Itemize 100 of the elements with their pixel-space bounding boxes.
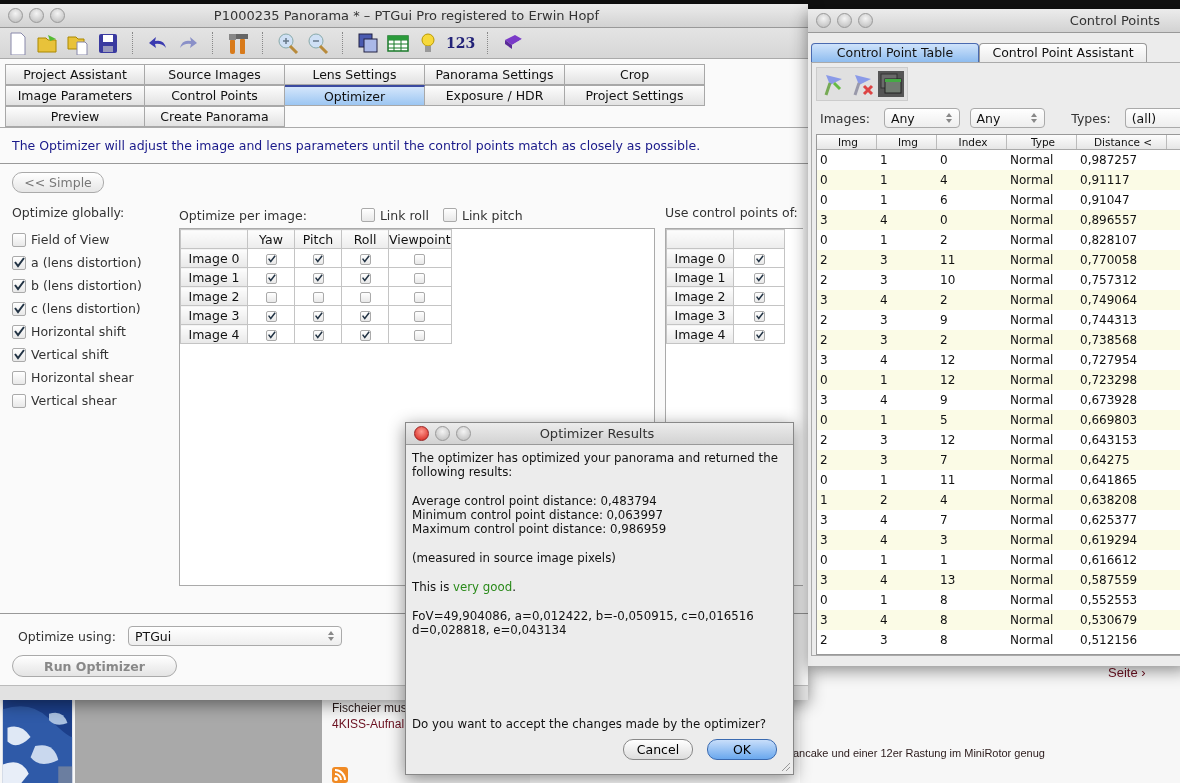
- checkbox[interactable]: [312, 310, 324, 322]
- dropdown[interactable]: Any: [883, 108, 960, 128]
- resize-grip-icon[interactable]: [779, 760, 791, 772]
- checkbox[interactable]: [265, 310, 277, 322]
- checkbox[interactable]: [12, 301, 26, 316]
- column-header[interactable]: Type: [1007, 135, 1077, 149]
- checkbox[interactable]: [359, 329, 371, 341]
- checkbox[interactable]: [312, 253, 324, 265]
- zoom-button[interactable]: [858, 13, 873, 28]
- checkbox[interactable]: [265, 329, 277, 341]
- ok-button[interactable]: OK: [707, 739, 777, 760]
- checkbox[interactable]: [414, 310, 426, 322]
- stepper-icon[interactable]: [1030, 112, 1039, 124]
- checkbox-label: b (lens distortion): [31, 278, 142, 293]
- tab[interactable]: Control Point Table: [811, 43, 979, 62]
- window-icon[interactable]: [878, 71, 904, 97]
- tab[interactable]: Control Points: [145, 85, 285, 106]
- table-cell-text: 2: [939, 333, 949, 347]
- zoom-out-icon[interactable]: [306, 31, 330, 55]
- stepper-icon[interactable]: [327, 630, 335, 642]
- checkbox[interactable]: [12, 278, 26, 293]
- checkbox[interactable]: [753, 310, 765, 322]
- checkbox[interactable]: [265, 272, 277, 284]
- checkbox[interactable]: [360, 208, 375, 222]
- checkbox[interactable]: [753, 329, 765, 341]
- close-button[interactable]: [816, 13, 831, 28]
- checkbox[interactable]: [442, 208, 457, 222]
- dropdown[interactable]: (all): [1124, 108, 1180, 128]
- stacked-images-icon[interactable]: [356, 31, 380, 55]
- table-cell-text: 3: [819, 293, 829, 307]
- checkbox[interactable]: [359, 253, 371, 265]
- numbers-button[interactable]: 123: [446, 35, 476, 51]
- column-header[interactable]: Img: [817, 135, 877, 149]
- tab[interactable]: Source Images: [145, 64, 285, 85]
- checkbox-label: c (lens distortion): [31, 301, 141, 316]
- tab[interactable]: Preview: [5, 106, 145, 127]
- header-cell: [180, 229, 248, 249]
- checkbox[interactable]: [753, 253, 765, 265]
- table-cell-text: 5: [939, 413, 949, 427]
- cancel-button[interactable]: Cancel: [623, 739, 693, 760]
- checkbox[interactable]: [414, 253, 426, 265]
- table-cell-text: 8: [939, 613, 949, 627]
- minimize-button[interactable]: [837, 13, 852, 28]
- stepper-icon[interactable]: [944, 112, 953, 124]
- tab[interactable]: Project Settings: [565, 85, 705, 106]
- checkbox[interactable]: [265, 291, 277, 303]
- save-icon[interactable]: [96, 31, 120, 55]
- column-header[interactable]: Index: [937, 135, 1007, 149]
- dropdown[interactable]: PTGui: [128, 626, 342, 646]
- table-cell-text: 13: [939, 573, 957, 587]
- checkbox[interactable]: [12, 393, 26, 408]
- checkbox[interactable]: [359, 291, 371, 303]
- close-button[interactable]: [8, 8, 23, 23]
- column-header[interactable]: Img: [877, 135, 937, 149]
- tab[interactable]: Image Parameters: [5, 85, 145, 106]
- tab[interactable]: Optimizer: [285, 85, 425, 106]
- checkbox[interactable]: [753, 272, 765, 284]
- table-cell-text: 0,625377: [1079, 513, 1139, 527]
- checkbox[interactable]: [359, 310, 371, 322]
- web-link[interactable]: Seite ›: [1108, 665, 1146, 680]
- tab[interactable]: Create Panorama: [145, 106, 285, 127]
- checkbox[interactable]: [414, 272, 426, 284]
- tab[interactable]: Exposure / HDR: [425, 85, 565, 106]
- zoom-button[interactable]: [456, 426, 471, 441]
- tab[interactable]: Lens Settings: [285, 64, 425, 85]
- tools-icon[interactable]: [226, 31, 250, 55]
- field-label: Optimize using:: [18, 628, 116, 644]
- checkbox[interactable]: [12, 370, 26, 385]
- checkbox[interactable]: [414, 329, 426, 341]
- rss-icon[interactable]: [332, 767, 348, 783]
- checkbox[interactable]: [12, 324, 26, 339]
- tab[interactable]: Panorama Settings: [425, 64, 565, 85]
- minimize-button[interactable]: [435, 426, 450, 441]
- minimize-button[interactable]: [29, 8, 44, 23]
- column-header: Roll: [341, 229, 389, 249]
- column-header[interactable]: Distance <: [1077, 135, 1167, 149]
- checkbox[interactable]: [265, 253, 277, 265]
- checkbox[interactable]: [12, 347, 26, 362]
- tab[interactable]: Control Point Assistant: [979, 43, 1147, 62]
- checkbox[interactable]: [312, 272, 324, 284]
- checkbox[interactable]: [414, 291, 426, 303]
- tab[interactable]: Project Assistant: [5, 64, 145, 85]
- section-label: Use control points of:: [665, 204, 798, 222]
- zoom-in-icon[interactable]: [276, 31, 300, 55]
- table-cell-text: 4: [879, 213, 889, 227]
- table-cell-text: 0: [819, 473, 829, 487]
- checkbox[interactable]: [312, 291, 324, 303]
- table-cell-text: Normal: [1009, 233, 1055, 247]
- checkbox[interactable]: [12, 255, 26, 270]
- tab[interactable]: Crop: [565, 64, 705, 85]
- checkbox[interactable]: [359, 272, 371, 284]
- zoom-button[interactable]: [50, 8, 65, 23]
- dropdown[interactable]: Any: [969, 108, 1046, 128]
- close-button[interactable]: [414, 426, 429, 441]
- checkbox[interactable]: [12, 232, 26, 247]
- web-link[interactable]: 4KISS-Aufnal: [332, 717, 405, 731]
- simple-button[interactable]: << Simple: [12, 172, 104, 193]
- checkbox[interactable]: [312, 329, 324, 341]
- table-cell-text: 1: [879, 413, 889, 427]
- checkbox[interactable]: [753, 291, 765, 303]
